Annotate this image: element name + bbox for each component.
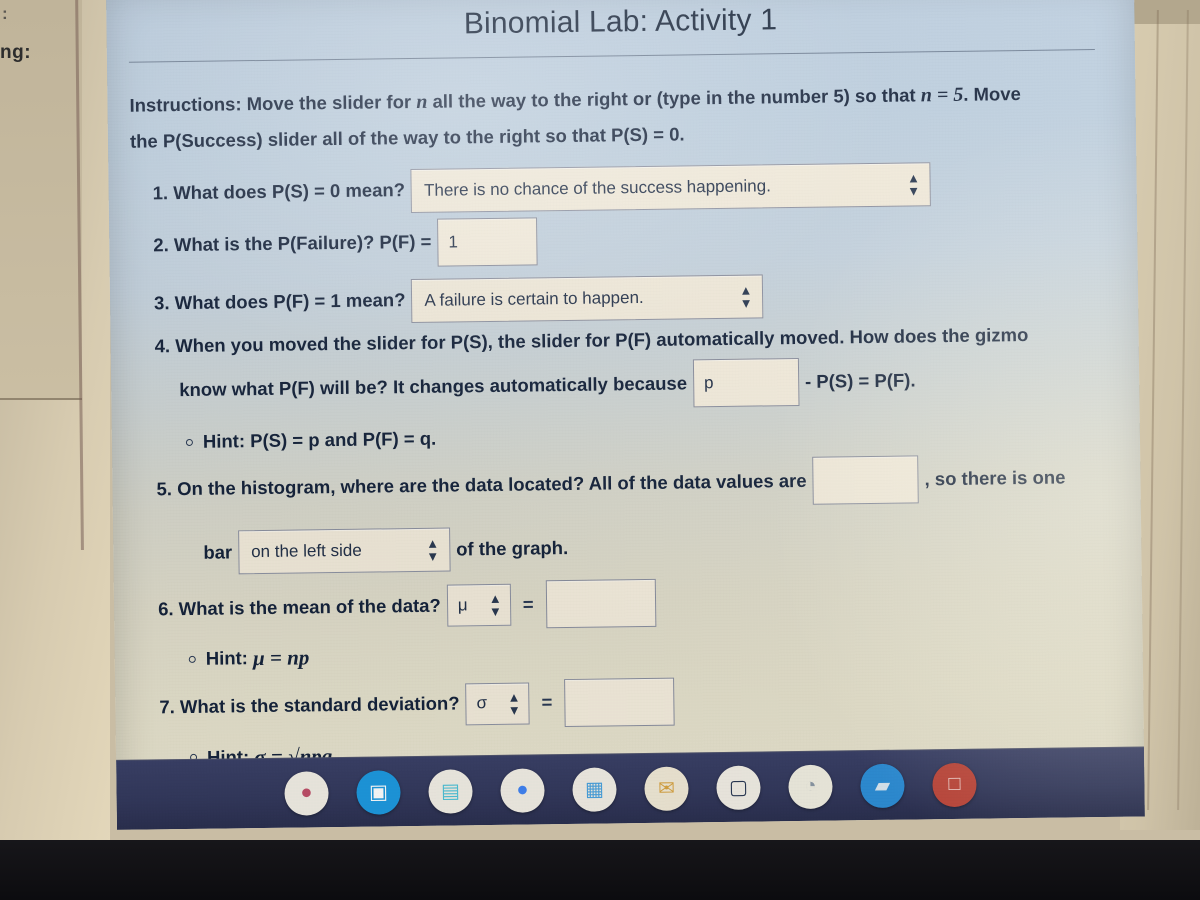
bullet-circle-icon <box>188 655 196 663</box>
question-7-input[interactable] <box>564 677 675 727</box>
chevron-updown-icon: ▲ ▼ <box>906 170 921 199</box>
question-6-symbol: μ <box>457 595 468 615</box>
question-4-line2: know what P(F) will be? It changes autom… <box>155 354 1094 414</box>
question-list: 1. What does P(S) = 0 mean? There is no … <box>130 160 1098 775</box>
question-4-input[interactable]: p <box>692 358 800 408</box>
question-5-input[interactable] <box>812 455 919 505</box>
laptop-bezel-bottom <box>0 840 1200 900</box>
question-6-number: 6. <box>157 597 174 620</box>
question-5-dropdown[interactable]: on the left side ▲ ▼ <box>237 527 451 575</box>
question-2-input[interactable]: 1 <box>437 217 538 267</box>
question-5-prompt-b: , so there is one <box>924 466 1066 489</box>
chevron-updown-icon: ▲ ▼ <box>507 689 521 718</box>
question-3-number: 3. <box>153 292 170 314</box>
question-7-equals: = <box>541 691 553 713</box>
question-7: 7. What is the standard deviation? σ ▲ ▼ … <box>137 672 1098 733</box>
hint-2: Hint: μ = np <box>137 631 1097 676</box>
question-4-line1: 4. When you moved the slider for P(S), t… <box>154 320 1092 361</box>
question-5-prompt-c: bar <box>203 541 233 563</box>
question-1-number: 1. <box>152 182 169 204</box>
bullet-circle-icon <box>185 439 193 447</box>
chromebook-shelf[interactable]: ● ▣ ▤ ● ▦ ✉ ▢ ◔ ▰ □ <box>116 746 1145 830</box>
hint-2-label: Hint: <box>205 647 249 669</box>
question-1: 1. What does P(S) = 0 mean? There is no … <box>130 160 1090 217</box>
chrome-icon[interactable]: ● <box>500 767 545 813</box>
instructions-label: Instructions: <box>129 93 242 116</box>
question-2-prompt: What is the P(Failure)? P(F) = <box>173 231 432 256</box>
instructions-paragraph: Instructions: Move the slider for n all … <box>129 78 1089 122</box>
question-2-number: 2. <box>153 234 169 256</box>
classroom-icon[interactable]: ▢ <box>716 765 761 810</box>
question-4-number: 4. <box>154 334 171 357</box>
laptop-screen: Binomial Lab: Activity 1 Instructions: M… <box>106 0 1145 830</box>
files-icon[interactable]: ▰ <box>860 763 905 808</box>
question-6: 6. What is the mean of the data? μ ▲ ▼ = <box>136 573 1097 634</box>
question-6-input[interactable] <box>545 578 656 629</box>
question-5-line1: 5. On the histogram, where are the data … <box>156 453 1095 513</box>
instructions-equation: n = 5 <box>920 83 964 107</box>
hint-1-text: P(S) = p and P(F) = q. <box>250 428 437 452</box>
chevron-updown-icon: ▲ ▼ <box>426 535 440 564</box>
question-6-equals: = <box>522 593 534 615</box>
slides-icon[interactable]: ▦ <box>572 766 617 812</box>
question-6-prompt: What is the mean of the data? <box>178 594 441 619</box>
photograph-of-laptop-screen: : ng: Binomial Lab: Activity 1 Instructi… <box>0 0 1200 900</box>
gmail-icon[interactable]: ✉ <box>644 765 689 811</box>
camera-icon[interactable]: ▣ <box>356 769 401 815</box>
launcher-icon[interactable]: ● <box>284 770 329 816</box>
instructions-text-b: all the way to the right or (type in the… <box>427 84 921 112</box>
instructions-text-c: . Move <box>963 83 1021 105</box>
question-1-dropdown[interactable]: There is no chance of the success happen… <box>410 161 932 213</box>
question-5-dropdown-value: on the left side <box>251 540 362 561</box>
question-5-line2: bar on the left side ▲ ▼ of the graph. <box>157 519 1095 575</box>
question-6-symbol-dropdown[interactable]: μ ▲ ▼ <box>446 583 512 627</box>
question-3: 3. What does P(F) = 1 mean? A failure is… <box>132 270 1092 327</box>
question-7-symbol-dropdown[interactable]: σ ▲ ▼ <box>465 682 530 725</box>
chevron-updown-icon: ▲ ▼ <box>739 282 753 311</box>
question-4-prompt-line2b: - P(S) = P(F). <box>804 369 916 392</box>
question-4: 4. When you moved the slider for P(S), t… <box>132 320 1093 415</box>
photos-icon[interactable]: □ <box>932 762 977 807</box>
question-3-prompt: What does P(F) = 1 mean? <box>174 289 406 314</box>
background-note: ng: <box>0 42 32 63</box>
question-4-prompt-line1: When you moved the slider for P(S), the … <box>175 323 1029 356</box>
worksheet-document: Binomial Lab: Activity 1 Instructions: M… <box>106 0 1144 790</box>
background-note-top: : <box>2 4 9 23</box>
question-7-symbol: σ <box>476 693 488 713</box>
instructions-text-a: Move the slider for <box>241 90 417 115</box>
question-3-dropdown-value: A failure is certain to happen. <box>424 287 644 310</box>
question-7-number: 7. <box>159 696 175 718</box>
hint-1: Hint: P(S) = p and P(F) = q. <box>134 416 1094 457</box>
question-7-prompt: What is the standard deviation? <box>179 692 460 718</box>
desk-line-1 <box>1147 10 1159 810</box>
question-3-dropdown[interactable]: A failure is certain to happen. ▲ ▼ <box>411 274 764 323</box>
question-1-dropdown-value: There is no chance of the success happen… <box>423 175 771 200</box>
question-2: 2. What is the P(Failure)? P(F) = 1 <box>131 210 1092 271</box>
question-5-prompt-a: On the histogram, where are the data loc… <box>176 469 807 499</box>
question-5: 5. On the histogram, where are the data … <box>134 453 1095 576</box>
question-5-prompt-d: of the graph. <box>456 536 569 560</box>
question-5-number: 5. <box>156 477 173 500</box>
hint-1-label: Hint: <box>202 430 246 453</box>
desk-line-2 <box>1177 10 1189 810</box>
question-1-prompt: What does P(S) = 0 mean? <box>173 179 406 204</box>
hint-2-text: μ = np <box>252 645 310 671</box>
instructions-var-n: n <box>416 90 428 113</box>
desk-backdrop-left: : ng: <box>0 0 110 900</box>
question-4-prompt-line2a: know what P(F) will be? It changes autom… <box>179 372 688 401</box>
clock-icon[interactable]: ◔ <box>788 764 833 809</box>
instructions-paragraph-line2: the P(Success) slider all of the way to … <box>129 123 685 152</box>
chevron-updown-icon: ▲ ▼ <box>488 590 502 620</box>
calculator-icon[interactable]: ▤ <box>428 768 473 814</box>
page-title: Binomial Lab: Activity 1 <box>463 3 778 41</box>
